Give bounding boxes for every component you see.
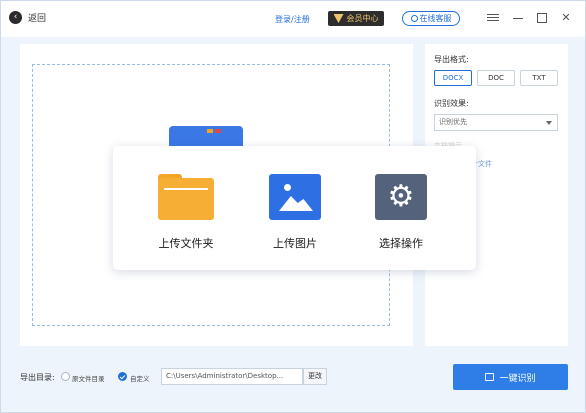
select-action-option[interactable]: ⚙ 选择操作 xyxy=(356,174,446,251)
format-txt-button[interactable]: TXT xyxy=(520,70,558,86)
upload-image-option[interactable]: 上传图片 xyxy=(250,174,340,251)
radio-custom-dir[interactable] xyxy=(118,372,127,381)
format-doc-button[interactable]: DOC xyxy=(477,70,515,86)
radio-original-label: 原文件目录 xyxy=(72,375,105,383)
vip-logo-icon xyxy=(333,14,344,23)
title-bar: ‹ 返回 登录/注册 会员中心 在线客服 ✕ xyxy=(1,1,585,37)
recognize-label: 一键识别 xyxy=(499,373,536,384)
close-icon[interactable]: ✕ xyxy=(560,12,572,24)
select-action-label: 选择操作 xyxy=(379,237,423,250)
service-label: 在线客服 xyxy=(419,14,452,23)
caret-down-icon xyxy=(546,121,552,125)
recognize-icon xyxy=(485,373,495,381)
upload-image-label: 上传图片 xyxy=(273,237,317,250)
radio-original-dir[interactable] xyxy=(61,372,70,381)
app-window: ‹ 返回 登录/注册 会员中心 在线客服 ✕ 导出格式: DOCX DOC TX… xyxy=(0,0,586,413)
chevron-left-icon: ‹ xyxy=(9,11,22,24)
online-service-button[interactable]: 在线客服 xyxy=(402,11,460,26)
change-dir-button[interactable]: 更改 xyxy=(303,368,327,385)
effect-select[interactable]: 识别优先 xyxy=(434,114,558,131)
export-format-label: 导出格式: xyxy=(434,55,469,64)
back-label: 返回 xyxy=(28,14,47,24)
login-register-link[interactable]: 登录/注册 xyxy=(275,14,310,25)
upload-options-popup: 上传文件夹 上传图片 ⚙ 选择操作 xyxy=(113,146,476,270)
upload-folder-label: 上传文件夹 xyxy=(158,237,214,250)
output-dir-label: 导出目录: xyxy=(20,373,55,382)
headset-icon xyxy=(410,15,418,22)
menu-icon[interactable] xyxy=(487,12,499,24)
back-button[interactable]: ‹ 返回 xyxy=(9,11,46,24)
minimize-icon[interactable] xyxy=(512,12,524,24)
output-path-input[interactable]: C:\Users\Administrator\Desktop... xyxy=(161,368,303,385)
box-stripe-yellow xyxy=(207,129,213,133)
image-icon xyxy=(269,174,321,220)
box-stripe-red xyxy=(215,129,221,133)
vip-label: 会员中心 xyxy=(346,14,379,23)
radio-custom-label: 自定义 xyxy=(130,375,150,383)
vip-center-button[interactable]: 会员中心 xyxy=(328,11,384,26)
effect-value: 识别优先 xyxy=(439,118,467,126)
maximize-icon[interactable] xyxy=(536,12,548,24)
upload-folder-option[interactable]: 上传文件夹 xyxy=(141,174,231,251)
folder-icon xyxy=(158,174,214,220)
gear-icon: ⚙ xyxy=(375,174,427,220)
format-docx-button[interactable]: DOCX xyxy=(434,70,472,86)
one-click-recognize-button[interactable]: 一键识别 xyxy=(453,364,568,390)
effect-label: 识别效果: xyxy=(434,99,469,108)
